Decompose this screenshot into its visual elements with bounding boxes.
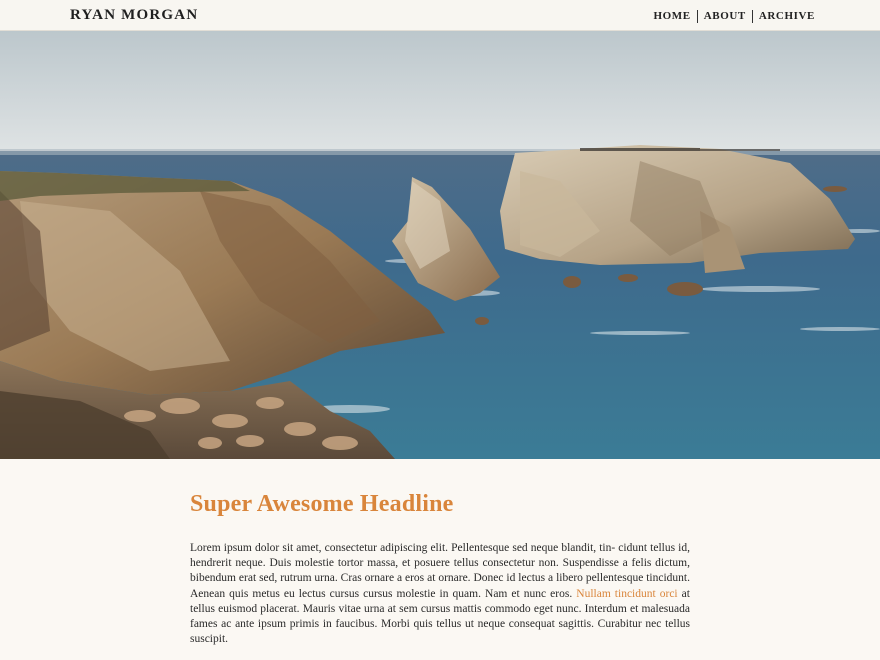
site-title[interactable]: RYAN MORGAN <box>70 7 198 24</box>
article-headline: Super Awesome Headline <box>190 491 454 517</box>
nav-archive[interactable]: ARCHIVE <box>753 10 815 23</box>
inline-link[interactable]: Nullam tincidunt orci <box>576 588 677 600</box>
article-body: Lorem ipsum dolor sit amet, consectetur … <box>190 541 690 647</box>
coastal-rocks-illustration <box>0 31 880 459</box>
hero-image <box>0 31 880 459</box>
nav-about[interactable]: ABOUT <box>698 10 752 23</box>
top-bar: RYAN MORGAN HOME ABOUT ARCHIVE <box>0 0 880 31</box>
main-nav: HOME ABOUT ARCHIVE <box>653 10 815 23</box>
nav-home[interactable]: HOME <box>653 10 696 23</box>
article: Super Awesome Headline Lorem ipsum dolor… <box>190 488 690 647</box>
